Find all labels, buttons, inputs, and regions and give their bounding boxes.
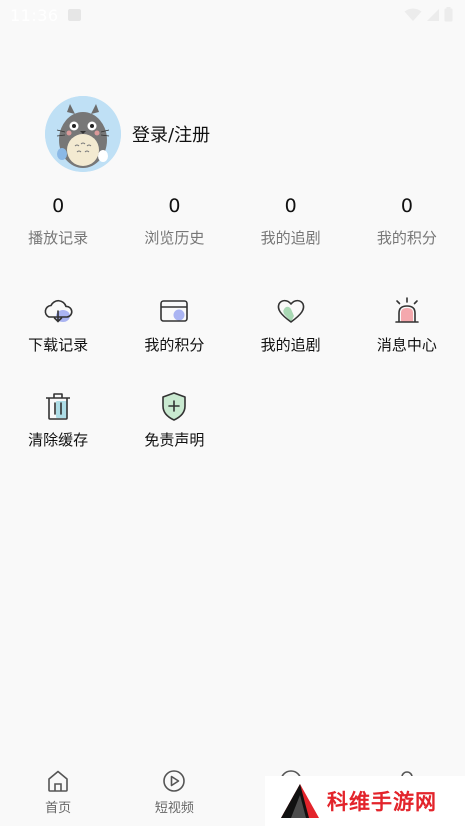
menu-label: 免责声明 xyxy=(144,431,205,449)
stat-value: 0 xyxy=(284,195,297,217)
stat-browse-history[interactable]: 0 浏览历史 xyxy=(116,193,232,248)
tab-short-video[interactable]: 短视频 xyxy=(116,760,232,826)
battery-icon xyxy=(444,7,453,22)
totoro-avatar-icon xyxy=(45,96,121,172)
menu-message-center[interactable]: 消息中心 xyxy=(349,294,465,389)
cloud-download-icon xyxy=(44,299,73,323)
menu-grid: 下载记录 我的积分 我的追剧 消息中心 清除缓存 免责声明 xyxy=(0,294,465,484)
trash-icon xyxy=(46,393,71,420)
status-bar: 11:36 xyxy=(0,0,465,32)
stat-value: 0 xyxy=(400,195,413,217)
menu-label: 我的积分 xyxy=(144,336,205,354)
play-circle-icon xyxy=(163,770,186,792)
heart-icon xyxy=(277,299,304,323)
alarm-icon xyxy=(395,297,419,323)
menu-label: 我的追剧 xyxy=(260,336,321,354)
login-register-link[interactable]: 登录/注册 xyxy=(132,121,210,147)
watermark-text: 科维手游网 xyxy=(327,790,437,814)
stat-play-history[interactable]: 0 播放记录 xyxy=(0,193,116,248)
notification-icon xyxy=(68,9,81,21)
stat-label: 我的积分 xyxy=(376,229,437,247)
stat-label: 我的追剧 xyxy=(260,229,321,247)
tab-label: 短视频 xyxy=(154,801,194,816)
stat-value: 0 xyxy=(52,195,65,217)
shield-icon xyxy=(162,392,187,421)
wifi-icon xyxy=(404,8,422,21)
avatar[interactable] xyxy=(45,96,121,172)
menu-my-points[interactable]: 我的积分 xyxy=(116,294,232,389)
stats-row: 0 播放记录 0 浏览历史 0 我的追剧 0 我的积分 xyxy=(0,193,465,248)
menu-label: 消息中心 xyxy=(376,336,437,354)
stat-label: 浏览历史 xyxy=(144,229,205,247)
menu-clear-cache[interactable]: 清除缓存 xyxy=(0,389,116,484)
menu-label: 清除缓存 xyxy=(28,431,89,449)
status-time: 11:36 xyxy=(10,6,59,25)
card-icon xyxy=(160,300,189,322)
stat-value: 0 xyxy=(168,195,181,217)
signal-icon xyxy=(427,8,439,21)
watermark: 科维手游网 xyxy=(265,776,465,826)
stat-my-follows[interactable]: 0 我的追剧 xyxy=(233,193,349,248)
stat-label: 播放记录 xyxy=(28,229,89,247)
tab-label: 首页 xyxy=(45,801,72,816)
status-indicators xyxy=(404,7,453,22)
home-icon xyxy=(48,770,68,792)
stat-my-points[interactable]: 0 我的积分 xyxy=(349,193,465,248)
menu-download-records[interactable]: 下载记录 xyxy=(0,294,116,389)
watermark-logo-icon xyxy=(281,784,319,818)
menu-my-follows[interactable]: 我的追剧 xyxy=(233,294,349,389)
menu-label: 下载记录 xyxy=(28,336,89,354)
tab-home[interactable]: 首页 xyxy=(0,760,116,826)
menu-disclaimer[interactable]: 免责声明 xyxy=(116,389,232,484)
profile-header[interactable]: 登录/注册 xyxy=(45,96,210,172)
